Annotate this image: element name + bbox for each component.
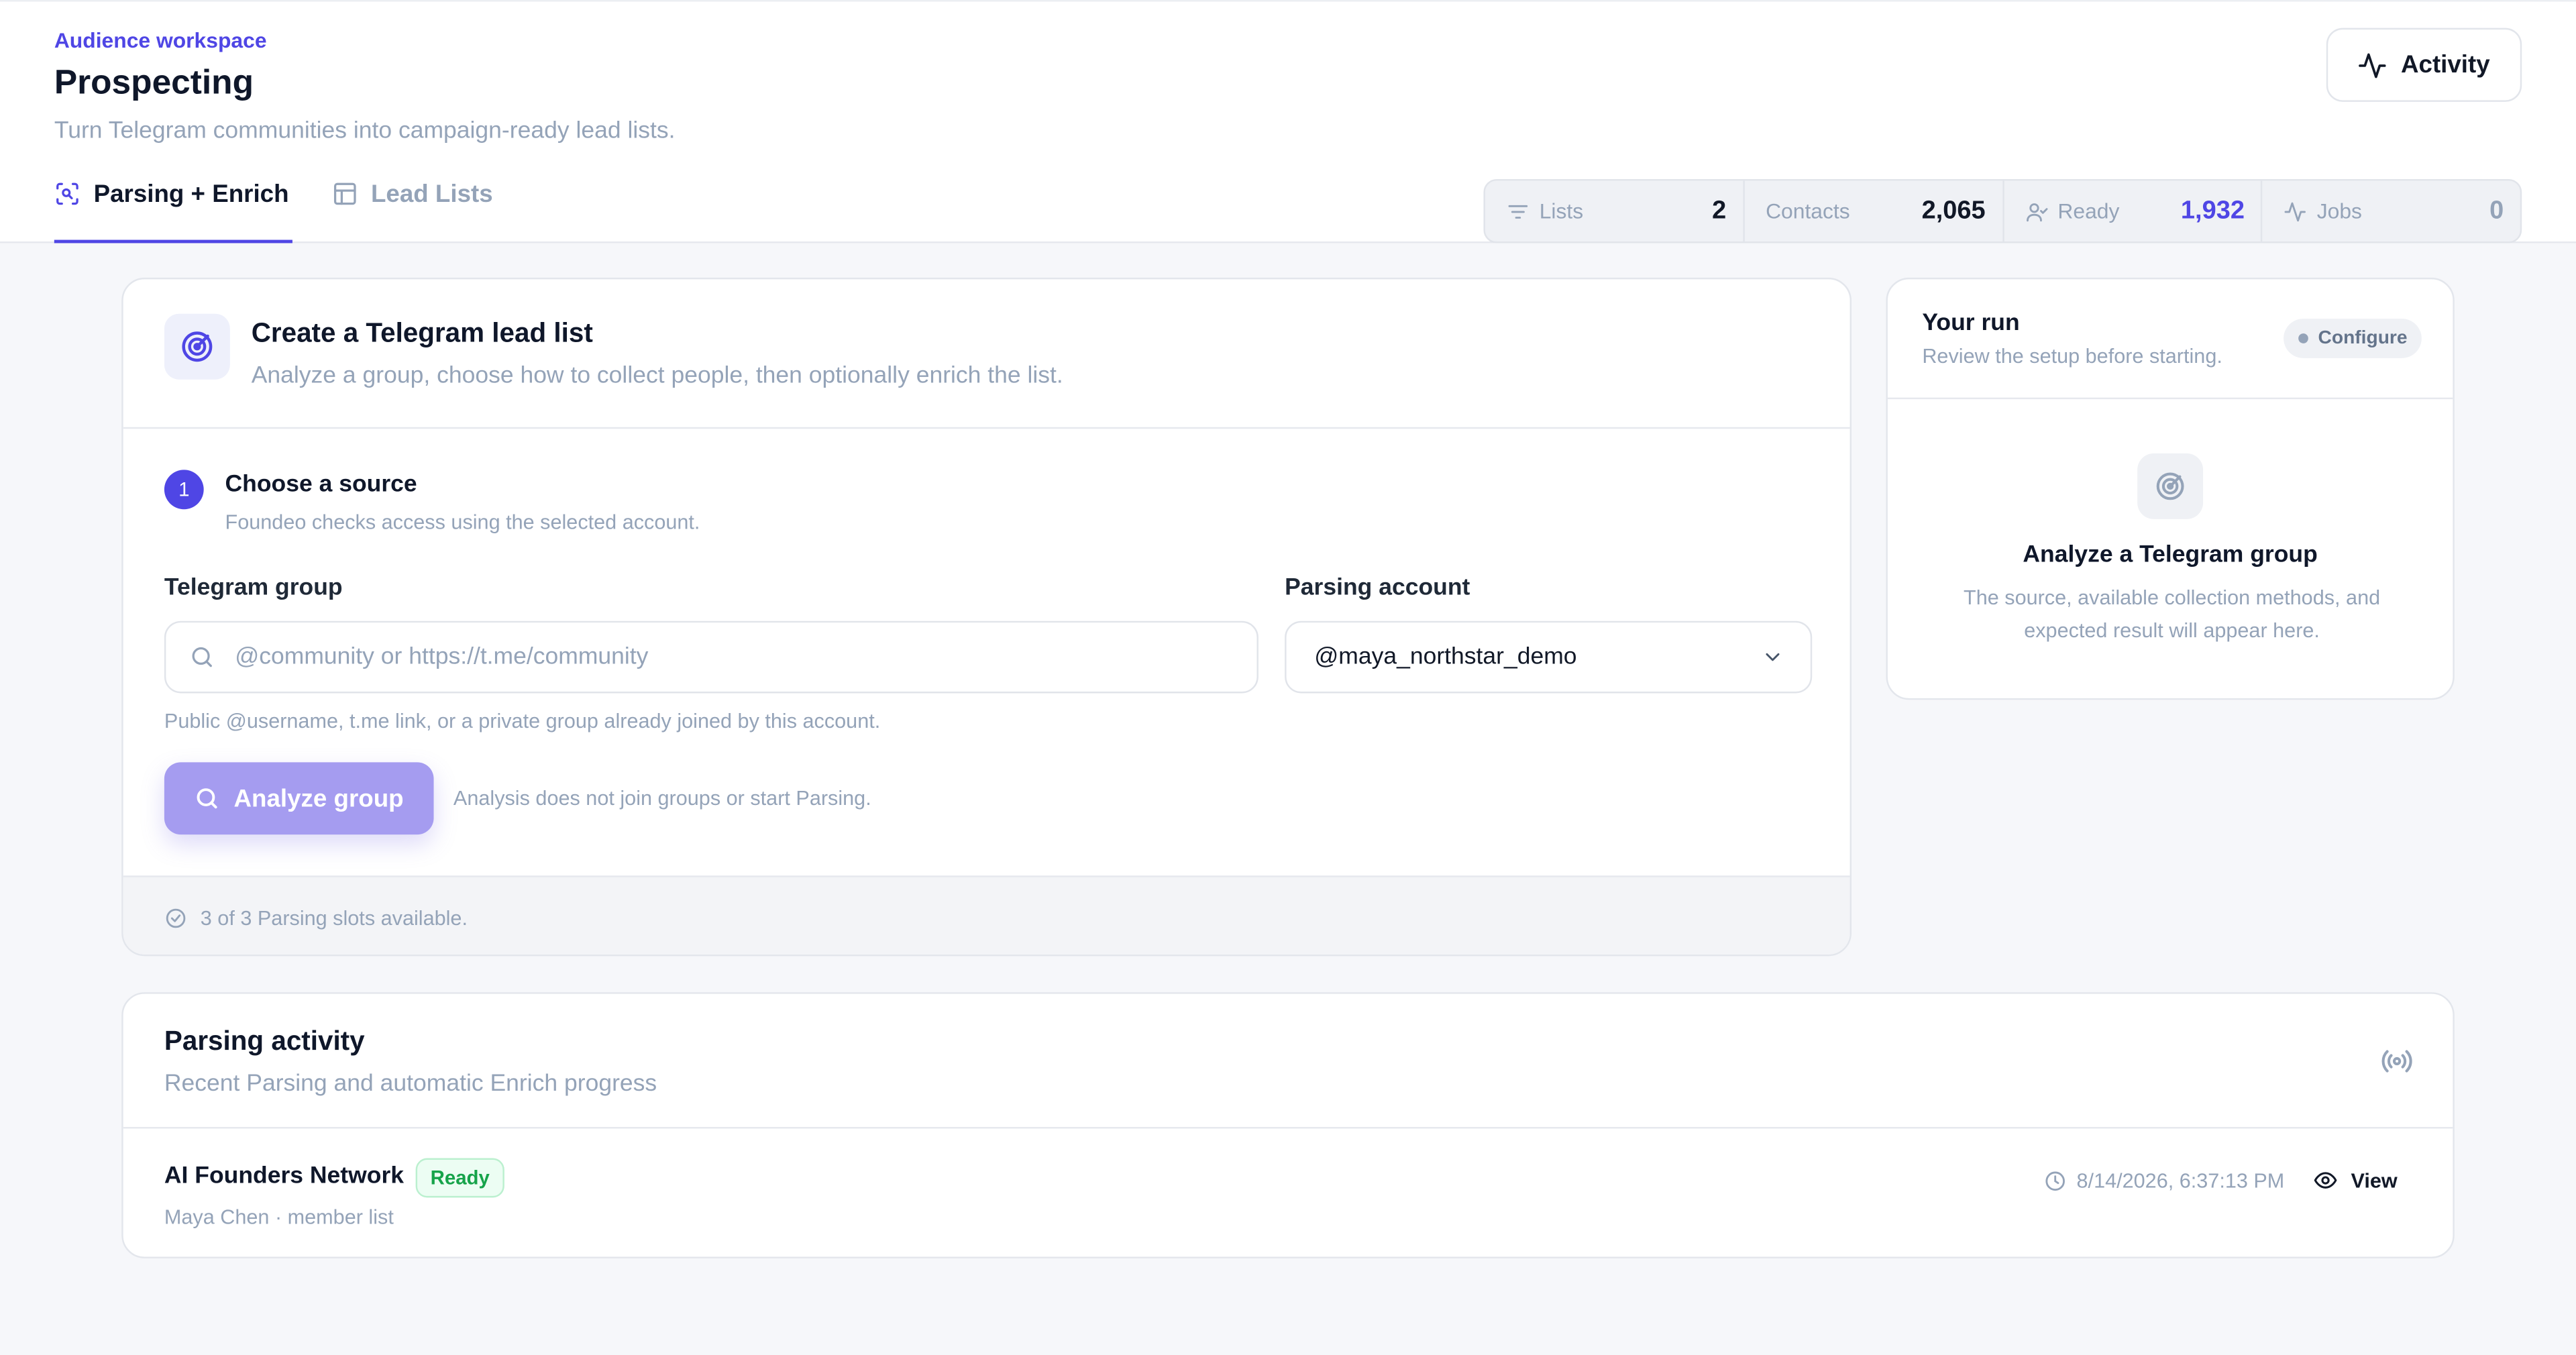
create-card-subtitle: Analyze a group, choose how to collect p… [251, 363, 1063, 390]
activity-row-name: AI Founders Network [164, 1162, 405, 1190]
page-subtitle: Turn Telegram communities into campaign-… [54, 118, 676, 145]
create-lead-list-card: Create a Telegram lead list Analyze a gr… [121, 277, 1852, 957]
view-button-label: View [2351, 1169, 2398, 1192]
stat-value: 0 [2489, 196, 2504, 225]
search-icon [192, 647, 212, 667]
page-title: Prospecting [54, 64, 254, 102]
chevron-down-icon [1766, 653, 1780, 661]
workspace-eyebrow: Audience workspace [54, 28, 267, 53]
stat-contacts: Contacts 2,065 [1744, 180, 2004, 242]
filter-lines-icon [1508, 204, 1528, 218]
search-icon [197, 788, 218, 809]
activity-card-subtitle: Recent Parsing and automatic Enrich prog… [164, 1071, 657, 1097]
clock-icon [2045, 1171, 2065, 1191]
parsing-account-value: @maya_northstar_demo [1314, 644, 1577, 671]
stat-label: Lists [1539, 199, 1584, 224]
step-title: Choose a source [225, 471, 417, 498]
run-card-subtitle: Review the setup before starting. [1922, 345, 2222, 368]
activity-button-label: Activity [2400, 50, 2490, 79]
stat-value: 2,065 [1921, 196, 1986, 225]
stat-value: 2 [1712, 196, 1727, 225]
parsing-activity-card: Parsing activity Recent Parsing and auto… [121, 992, 2455, 1258]
stat-label: Jobs [2316, 199, 2362, 224]
analyze-note: Analysis does not join groups or start P… [453, 787, 871, 810]
step-subtitle: Foundeo checks access using the selected… [225, 510, 700, 534]
parsing-account-label: Parsing account [1285, 575, 1470, 602]
app-root: Audience workspace Prospecting Turn Tele… [0, 0, 2576, 1355]
activity-card-header: Parsing activity Recent Parsing and auto… [123, 994, 2453, 1129]
telegram-group-input[interactable] [235, 644, 1188, 671]
target-icon-box [164, 313, 230, 380]
page-header: Audience workspace Prospecting Turn Tele… [0, 0, 2576, 243]
run-empty-title: Analyze a Telegram group [2023, 542, 2318, 569]
activity-row-time: 8/14/2026, 6:37:13 PM [2044, 1169, 2285, 1193]
scan-icon [56, 182, 78, 205]
activity-row-meta: Maya Chen · member list [164, 1205, 394, 1229]
activity-card-title: Parsing activity [164, 1026, 365, 1056]
tab-parsing-enrich[interactable]: Parsing + Enrich [54, 172, 292, 243]
stat-ready: Ready 1,932 [2004, 180, 2263, 242]
parsing-account-select[interactable]: @maya_northstar_demo [1285, 620, 1813, 694]
user-check-icon [2025, 202, 2047, 221]
your-run-card: Your run Review the setup before startin… [1886, 277, 2455, 700]
view-button[interactable]: View [2313, 1168, 2398, 1193]
stat-lists: Lists 2 [1485, 180, 1745, 242]
group-field-hint: Public @username, t.me link, or a privat… [164, 709, 881, 733]
create-card-header: Create a Telegram lead list Analyze a gr… [123, 279, 1850, 429]
tab-bar: Parsing + Enrich Lead Lists [54, 172, 496, 245]
analyze-group-label: Analyze group [233, 784, 404, 813]
tab-label: Parsing + Enrich [93, 180, 289, 209]
table-icon [333, 182, 356, 205]
status-dot [2298, 333, 2308, 343]
status-badge: Ready [415, 1158, 504, 1198]
target-icon [2156, 472, 2184, 500]
parsing-slots-footer: 3 of 3 Parsing slots available. [123, 875, 1850, 955]
pulse-icon [2359, 52, 2387, 78]
analyze-group-button[interactable]: Analyze group [164, 762, 434, 835]
stat-label: Contacts [1766, 199, 1850, 224]
eye-icon [2314, 1172, 2337, 1189]
check-circle-icon [166, 908, 186, 928]
telegram-group-field[interactable] [164, 620, 1258, 694]
run-empty-subtitle: The source, available collection methods… [1964, 586, 2381, 643]
target-icon [182, 331, 213, 362]
stat-value: 1,932 [2180, 196, 2245, 225]
run-card-title: Your run [1922, 310, 2020, 337]
stat-label: Ready [2057, 199, 2120, 224]
telegram-group-label: Telegram group [164, 575, 343, 602]
activity-button[interactable]: Activity [2326, 28, 2522, 102]
run-card-header: Your run Review the setup before startin… [1887, 279, 2453, 400]
step-number: 1 [164, 470, 204, 510]
configure-label: Configure [2318, 328, 2408, 349]
stats-bar: Lists 2 Contacts 2,065 Ready 1,932 Jobs … [1483, 178, 2522, 243]
stat-jobs: Jobs 0 [2263, 180, 2520, 241]
run-target-icon-box [2137, 453, 2204, 519]
configure-status-badge: Configure [2284, 319, 2422, 358]
tab-lead-lists[interactable]: Lead Lists [331, 172, 496, 243]
tab-label: Lead Lists [370, 180, 493, 209]
create-card-title: Create a Telegram lead list [251, 319, 593, 349]
pulse-icon [2285, 201, 2306, 221]
activity-row-timestamp: 8/14/2026, 6:37:13 PM [2076, 1169, 2285, 1193]
broadcast-icon [2381, 1050, 2412, 1073]
parsing-slots-text: 3 of 3 Parsing slots available. [200, 906, 468, 929]
